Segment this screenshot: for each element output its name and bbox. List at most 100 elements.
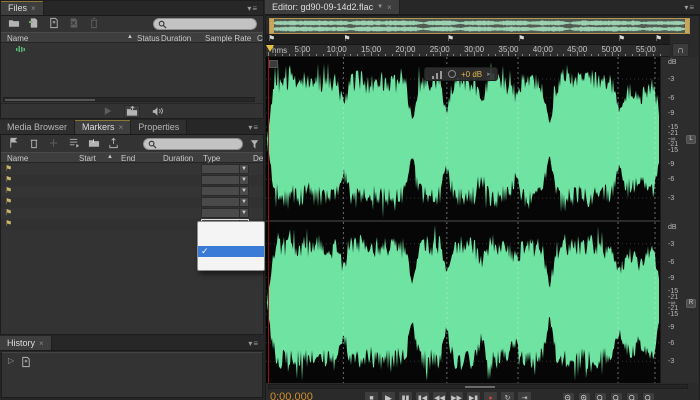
markers-table-header[interactable]: Name Start ▲ End Duration Type De [1, 152, 263, 163]
loop-button[interactable]: ↻ [500, 391, 515, 400]
ruler-tick [302, 52, 304, 56]
close-icon[interactable]: × [387, 3, 392, 12]
column-header[interactable]: End [121, 154, 135, 163]
file-row[interactable] [1, 44, 263, 55]
menu-item-subclip[interactable] [198, 235, 264, 246]
column-header[interactable]: Duration [163, 154, 193, 163]
open-folder-icon[interactable] [7, 17, 20, 28]
tab-properties[interactable]: Properties [131, 120, 188, 134]
close-icon[interactable]: × [119, 123, 124, 132]
play-button[interactable]: ▶ [381, 391, 396, 400]
pause-button[interactable]: ▮▮ [398, 391, 413, 400]
column-header[interactable]: Name [7, 154, 28, 163]
hud-volume-control[interactable]: +0 dB ▸ [424, 67, 498, 81]
marker-type-dropdown[interactable]: ▼ [201, 175, 249, 185]
skip-forward-button[interactable]: ▶▮ [466, 391, 481, 400]
transport-time-display[interactable]: 0:00.000 [270, 391, 313, 400]
open-in-multitrack-icon[interactable] [124, 104, 140, 118]
marker-type-dropdown[interactable]: ▼ [201, 197, 249, 207]
panel-menu-icon[interactable]: ▾≡ [243, 336, 264, 350]
marker-type-dropdown[interactable]: ▼ [201, 208, 249, 218]
marker-type-dropdown[interactable]: ▼ [201, 164, 249, 174]
tab-markers[interactable]: Markers × [75, 120, 132, 134]
menu-item-cart-timer[interactable] [198, 257, 264, 268]
close-file-icon[interactable] [67, 17, 80, 28]
timeline-marker-flag[interactable]: ⚑ [343, 34, 352, 43]
column-header[interactable]: Duration [161, 34, 191, 43]
waveform-display[interactable]: +0 dB ▸ [266, 57, 660, 383]
zoom-full-button[interactable] [642, 392, 655, 400]
knob-icon[interactable] [448, 70, 456, 78]
tab-editor[interactable]: Editor: gd90-09-14d2.flac ▼ × [265, 0, 400, 14]
insert-playlist-icon[interactable] [67, 137, 80, 148]
time-ruler[interactable]: hms 5:00 10:00 15:00 20:00 25:00 30:00 35:00 40… [266, 45, 670, 57]
tab-history[interactable]: History × [0, 336, 52, 350]
record-button[interactable]: ● [483, 391, 498, 400]
scrollbar-thumb[interactable] [465, 386, 495, 388]
stop-button[interactable]: ■ [364, 391, 379, 400]
column-header[interactable]: Type [203, 154, 220, 163]
scrollbar-thumb[interactable] [5, 99, 95, 101]
snap-magnet-icon[interactable]: ∩ [672, 43, 689, 57]
history-item[interactable]: ▷ [2, 356, 262, 368]
play-icon[interactable] [101, 106, 114, 117]
marker-row[interactable]: ⚑▼ [1, 175, 263, 186]
zoom-in-button[interactable] [578, 392, 591, 400]
markers-search-input[interactable] [143, 138, 243, 150]
panel-menu-icon[interactable]: ▾≡ [242, 1, 263, 15]
column-header[interactable]: De [253, 154, 263, 163]
trash-icon[interactable] [87, 17, 100, 28]
hud-gain-value[interactable]: +0 dB [461, 70, 482, 79]
merge-markers-icon[interactable] [47, 137, 60, 148]
zoom-selection-button[interactable] [626, 392, 639, 400]
delete-marker-icon[interactable] [27, 137, 40, 148]
overview-strip[interactable] [269, 18, 690, 34]
zoom-in-right-button[interactable] [610, 392, 623, 400]
column-header[interactable]: Start [79, 154, 96, 163]
timeline-marker-flag[interactable]: ⚑ [518, 34, 527, 43]
tab-files[interactable]: Files × [1, 1, 44, 15]
menu-item-cue[interactable] [198, 224, 264, 235]
timeline-marker-flag[interactable]: ⚑ [447, 34, 456, 43]
add-marker-icon[interactable] [7, 137, 20, 148]
skip-end-button[interactable]: ⇥ [517, 391, 532, 400]
timeline-marker-flag[interactable]: ⚑ [655, 34, 662, 43]
menu-item-cd-track[interactable]: ✓ [198, 246, 264, 257]
close-icon[interactable]: × [31, 4, 36, 13]
column-header[interactable]: Name [7, 34, 28, 43]
marker-row[interactable]: ⚑▼ [1, 208, 263, 219]
files-hscrollbar[interactable] [3, 97, 255, 102]
close-icon[interactable]: × [39, 339, 44, 348]
timeline-marker-flag[interactable]: ⚑ [268, 34, 277, 43]
filter-markers-icon[interactable] [248, 138, 261, 149]
marker-row[interactable]: ⚑▼ [1, 164, 263, 175]
marker-row[interactable]: ⚑▼ [1, 197, 263, 208]
export-markers-icon[interactable] [107, 137, 120, 148]
column-header[interactable]: Status [137, 34, 160, 43]
panel-menu-icon[interactable]: ▾≡ [679, 0, 700, 14]
forward-button[interactable]: ▶▶ [449, 391, 464, 400]
chevron-down-icon[interactable]: ▼ [377, 4, 383, 10]
column-header[interactable]: Sample Rate [205, 34, 251, 43]
marker-row[interactable]: ⚑▼ [1, 186, 263, 197]
timeline-marker-flag[interactable]: ⚑ [618, 34, 627, 43]
files-table-header[interactable]: Name ▲ Status Duration Sample Rate C [1, 32, 263, 43]
tab-media-browser[interactable]: Media Browser [0, 120, 76, 134]
overview-right-handle[interactable] [685, 19, 689, 33]
zoom-in-left-button[interactable] [594, 392, 607, 400]
marker-flags-row[interactable]: ⚑ ⚑ ⚑ ⚑ ⚑ ⚑ [266, 34, 670, 45]
new-file-icon[interactable] [47, 17, 60, 28]
overview-left-handle[interactable] [270, 19, 274, 33]
loop-playback-icon[interactable] [150, 106, 163, 117]
ruler-tick [625, 54, 627, 56]
insert-multitrack-icon[interactable] [87, 137, 100, 148]
channel-options-icon[interactable] [269, 60, 278, 68]
skip-back-button[interactable]: ▮◀ [415, 391, 430, 400]
zoom-out-button[interactable] [562, 392, 575, 400]
panel-menu-icon[interactable]: ▾≡ [243, 120, 264, 134]
files-search-input[interactable] [153, 18, 257, 30]
import-file-icon[interactable] [27, 17, 40, 28]
rewind-button[interactable]: ◀◀ [432, 391, 447, 400]
column-header[interactable]: C [257, 34, 263, 43]
marker-type-dropdown[interactable]: ▼ [201, 186, 249, 196]
